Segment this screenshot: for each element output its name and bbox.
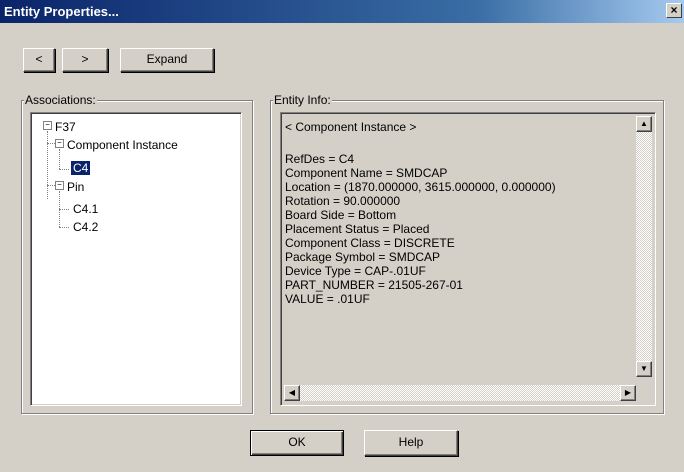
info-line: Component Name = SMDCAP [285, 166, 448, 180]
tree-node-c4-2[interactable]: C4.2 [73, 220, 98, 234]
forward-label: > [81, 52, 89, 66]
help-label: Help [398, 435, 424, 449]
tree-connector [59, 209, 69, 210]
info-line: VALUE = .01UF [285, 292, 370, 306]
scroll-up-button[interactable]: ▲ [636, 116, 652, 132]
associations-label: Associations: [24, 93, 97, 107]
tree-node-component-instance[interactable]: Component Instance [67, 138, 178, 152]
close-icon: × [670, 3, 678, 17]
tree-connector [47, 131, 48, 199]
info-line: Board Side = Bottom [285, 208, 397, 222]
tree-connector [59, 149, 60, 169]
close-button[interactable]: × [666, 3, 682, 18]
expand-button[interactable]: Expand [120, 48, 214, 72]
tree-connector [59, 169, 69, 170]
tree-node-c4[interactable]: C4 [71, 161, 91, 175]
tree-connector [47, 143, 55, 144]
window-title: Entity Properties... [4, 4, 119, 19]
ok-button[interactable]: OK [250, 430, 344, 456]
help-button[interactable]: Help [364, 430, 458, 456]
info-line: PART_NUMBER = 21505-267-01 [285, 278, 463, 292]
scroll-down-icon: ▼ [640, 364, 648, 373]
collapse-icon[interactable]: − [43, 121, 52, 130]
collapse-icon[interactable]: − [55, 181, 64, 190]
scroll-left-button[interactable]: ◀ [284, 385, 300, 401]
vertical-scroll-track[interactable] [636, 132, 652, 361]
collapse-icon[interactable]: − [55, 139, 64, 148]
info-line: Location = (1870.000000, 3615.000000, 0.… [285, 180, 556, 194]
back-label: < [35, 52, 43, 66]
back-button[interactable]: < [23, 48, 55, 72]
info-line: Rotation = 90.000000 [285, 194, 401, 208]
info-line: Placement Status = Placed [285, 222, 430, 236]
scroll-down-button[interactable]: ▼ [636, 361, 652, 377]
tree-node-f37[interactable]: F37 [55, 120, 76, 134]
forward-button[interactable]: > [62, 48, 108, 72]
entity-properties-dialog: Entity Properties... × < > Expand Associ… [0, 0, 684, 472]
ok-label: OK [288, 435, 306, 449]
tree-node-pin[interactable]: Pin [67, 180, 84, 194]
entity-info-label: Entity Info: [273, 93, 332, 107]
tree-connector [47, 185, 55, 186]
info-line: < Component Instance > [285, 120, 417, 134]
entity-info-textbox[interactable]: < Component Instance > RefDes = C4 Compo… [280, 112, 656, 406]
tree-connector [59, 227, 69, 228]
info-line: Package Symbol = SMDCAP [285, 250, 441, 264]
associations-tree[interactable]: − F37 − Component Instance C4 − Pin C4.1… [30, 112, 242, 406]
title-bar: Entity Properties... × [0, 0, 684, 23]
expand-label: Expand [146, 52, 188, 66]
scroll-left-icon: ◀ [288, 388, 296, 397]
info-line: Component Class = DISCRETE [285, 236, 455, 250]
info-line: RefDes = C4 [285, 152, 355, 166]
info-line: Device Type = CAP-.01UF [285, 264, 426, 278]
tree-node-c4-1[interactable]: C4.1 [73, 202, 98, 216]
scroll-up-icon: ▲ [640, 119, 648, 128]
horizontal-scroll-track[interactable] [300, 385, 620, 401]
scroll-right-button[interactable]: ▶ [620, 385, 636, 401]
scroll-right-icon: ▶ [624, 388, 632, 397]
